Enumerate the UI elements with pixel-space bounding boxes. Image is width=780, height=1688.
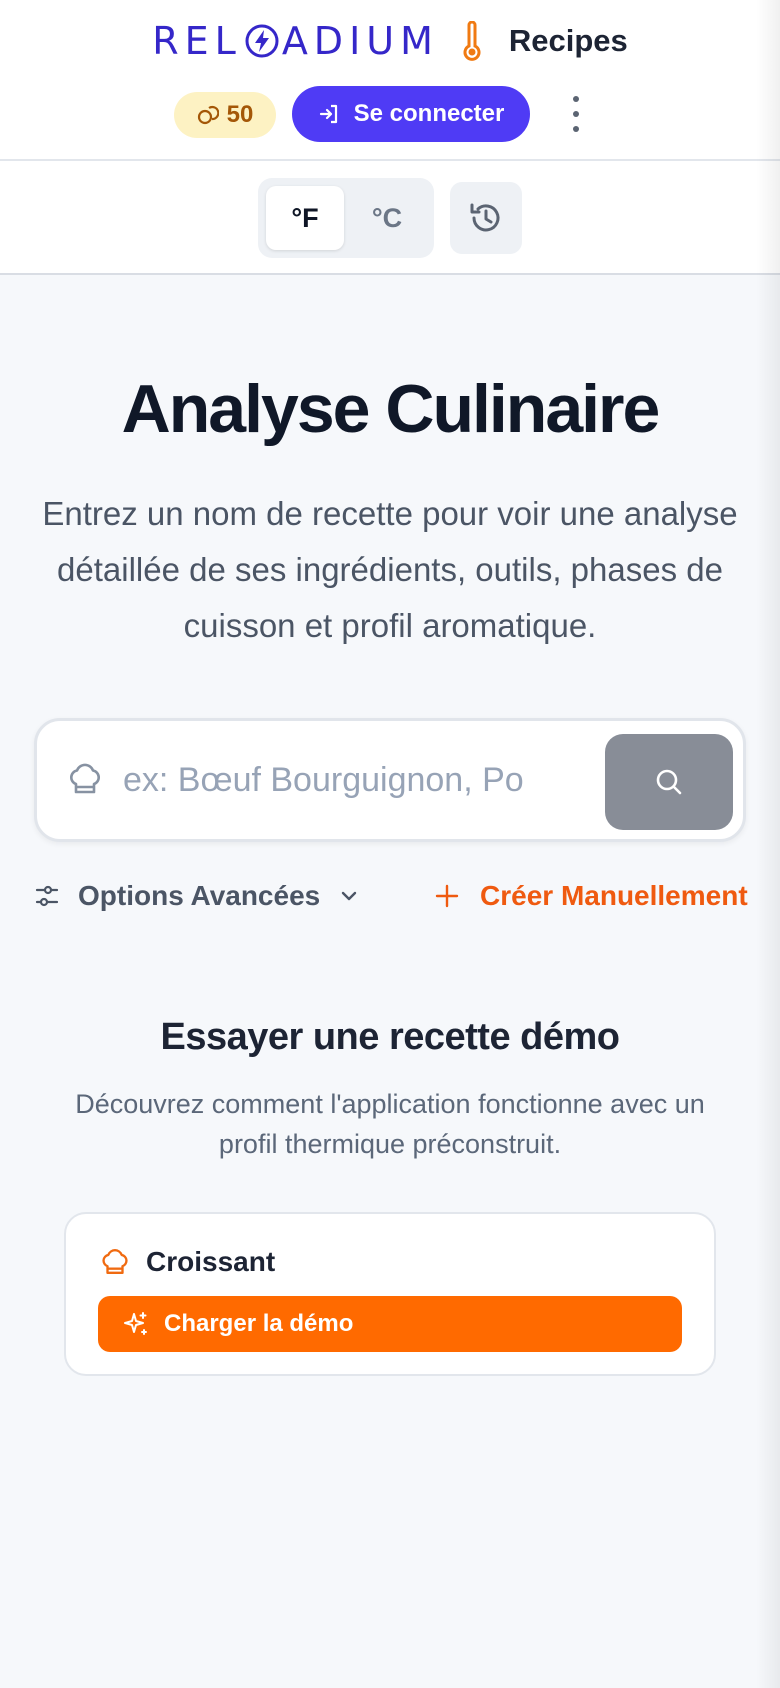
login-button-label: Se connecter [353, 100, 505, 127]
plus-icon [435, 884, 459, 908]
recipe-search-input[interactable] [123, 751, 523, 809]
app-header: REL ADIUM Recipes 50 Se connecter [0, 0, 780, 161]
chef-hat-icon [70, 763, 100, 794]
logo-text-suffix: ADIUM [281, 19, 439, 63]
page: REL ADIUM Recipes 50 Se connecter °F °C … [0, 0, 780, 1688]
reloadium-logo[interactable]: REL ADIUM [152, 19, 439, 63]
create-manually-button[interactable]: Créer Manuellement [434, 876, 748, 916]
recipe-search-box [34, 718, 746, 842]
login-button[interactable]: Se connecter [292, 86, 530, 142]
load-demo-label: Charger la démo [164, 1310, 354, 1337]
more-vertical-icon[interactable] [562, 96, 590, 132]
unit-fahrenheit-button[interactable]: °F [266, 186, 344, 250]
demo-recipe-header: Croissant [100, 1242, 275, 1282]
demo-section-description: Découvrez comment l'application fonction… [75, 1089, 705, 1159]
temperature-unit-toggle: °F °C [258, 178, 434, 258]
sparkles-icon [124, 1312, 147, 1335]
history-icon [470, 203, 500, 232]
toolbar: °F °C [0, 161, 780, 275]
search-button[interactable] [605, 734, 733, 830]
chef-hat-icon [102, 1249, 128, 1274]
demo-recipe-name: Croissant [146, 1246, 276, 1277]
lightning-bolt-icon [245, 24, 279, 58]
sliders-icon [35, 885, 59, 907]
coins-icon [197, 105, 219, 125]
page-title: Analyse Culinaire [121, 371, 661, 447]
chevron-down-icon [342, 891, 357, 901]
history-button[interactable] [450, 182, 522, 254]
unit-celsius-button[interactable]: °C [348, 186, 426, 250]
load-demo-button[interactable]: Charger la démo [98, 1296, 682, 1352]
create-manually-label: Créer Manuellement [480, 880, 748, 911]
demo-recipe-card: Croissant Charger la démo [64, 1212, 716, 1376]
header-actions: 50 Se connecter [0, 86, 780, 142]
search-icon [656, 769, 682, 795]
logo-text-prefix: REL [152, 19, 242, 63]
advanced-options-toggle[interactable]: Options Avancées [34, 876, 360, 916]
section-label: Recipes [508, 23, 628, 58]
log-in-icon [319, 104, 337, 124]
credits-badge[interactable]: 50 [174, 92, 276, 138]
page-subtitle: Entrez un nom de recette pour voir une a… [42, 495, 738, 644]
advanced-options-label: Options Avancées [78, 880, 321, 911]
credits-count: 50 [226, 101, 254, 128]
brand-row: REL ADIUM Recipes [0, 18, 780, 64]
thermometer-icon [463, 21, 481, 61]
demo-section-title: Essayer une recette démo [160, 1016, 620, 1058]
